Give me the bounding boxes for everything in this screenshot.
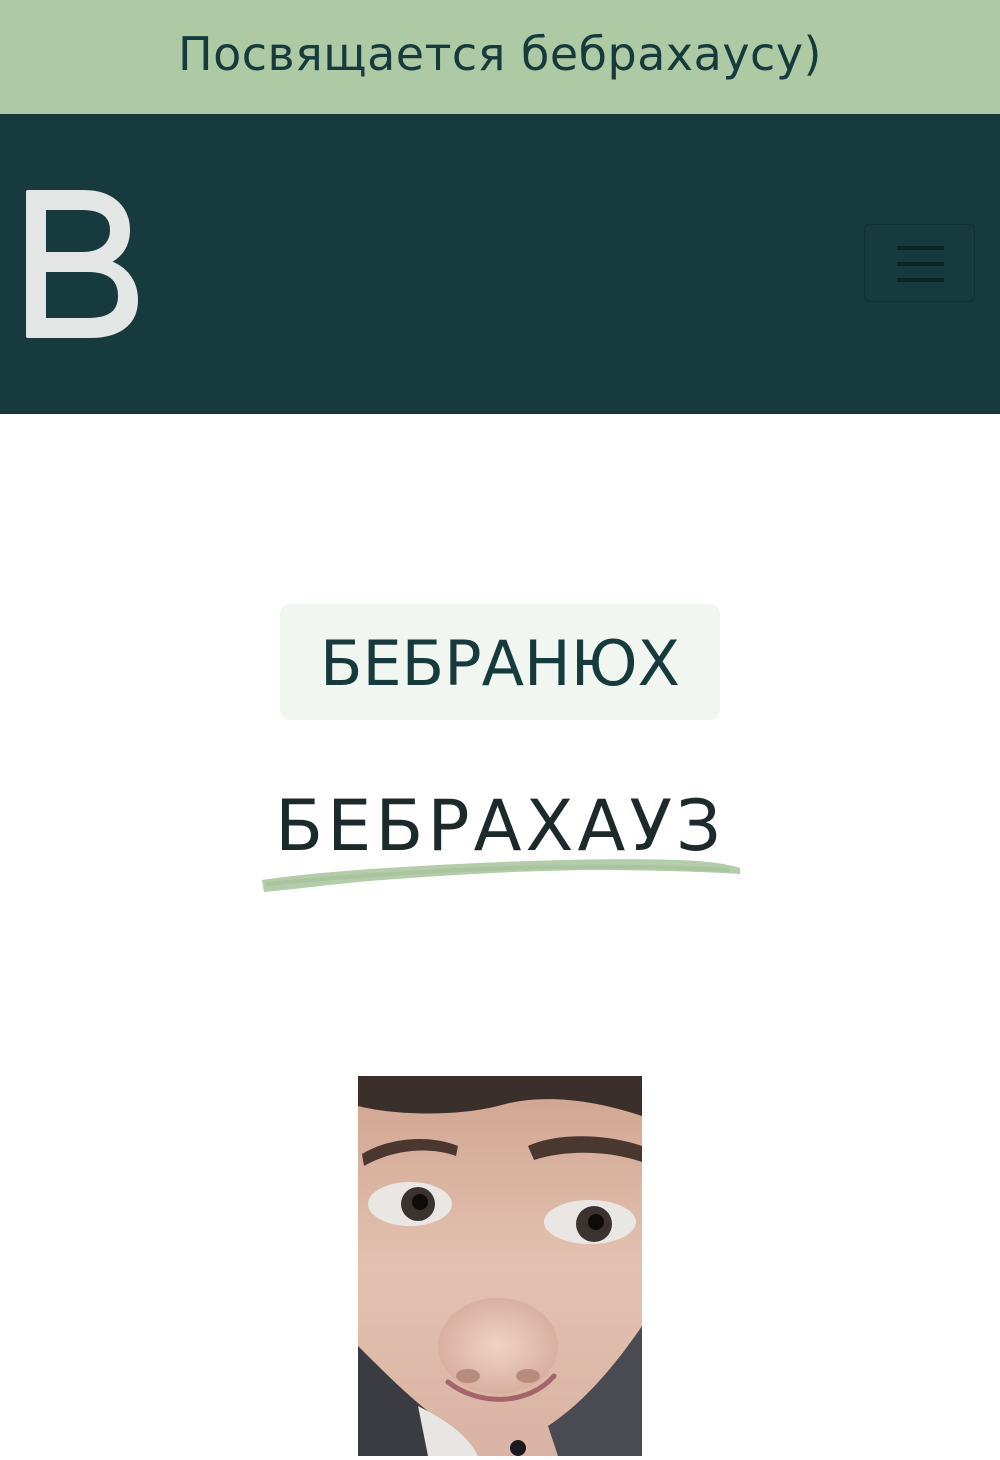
navbar-toggler-button[interactable] [864,224,975,302]
hero-badge-label: БЕБРАНЮХ [319,626,681,700]
brand-logo[interactable] [22,184,140,344]
navbar [0,114,1000,414]
hero-title: БЕБРАХАУЗ [200,778,800,878]
hero-badge: БЕБРАНЮХ [280,604,720,720]
portrait-photo [358,1076,642,1456]
announcement-text: Посвящается бебрахаусу) [177,27,823,81]
hero-title-text: БЕБРАХАУЗ [275,785,725,867]
announcement-bar: Посвящается бебрахаусу) [0,0,1000,114]
